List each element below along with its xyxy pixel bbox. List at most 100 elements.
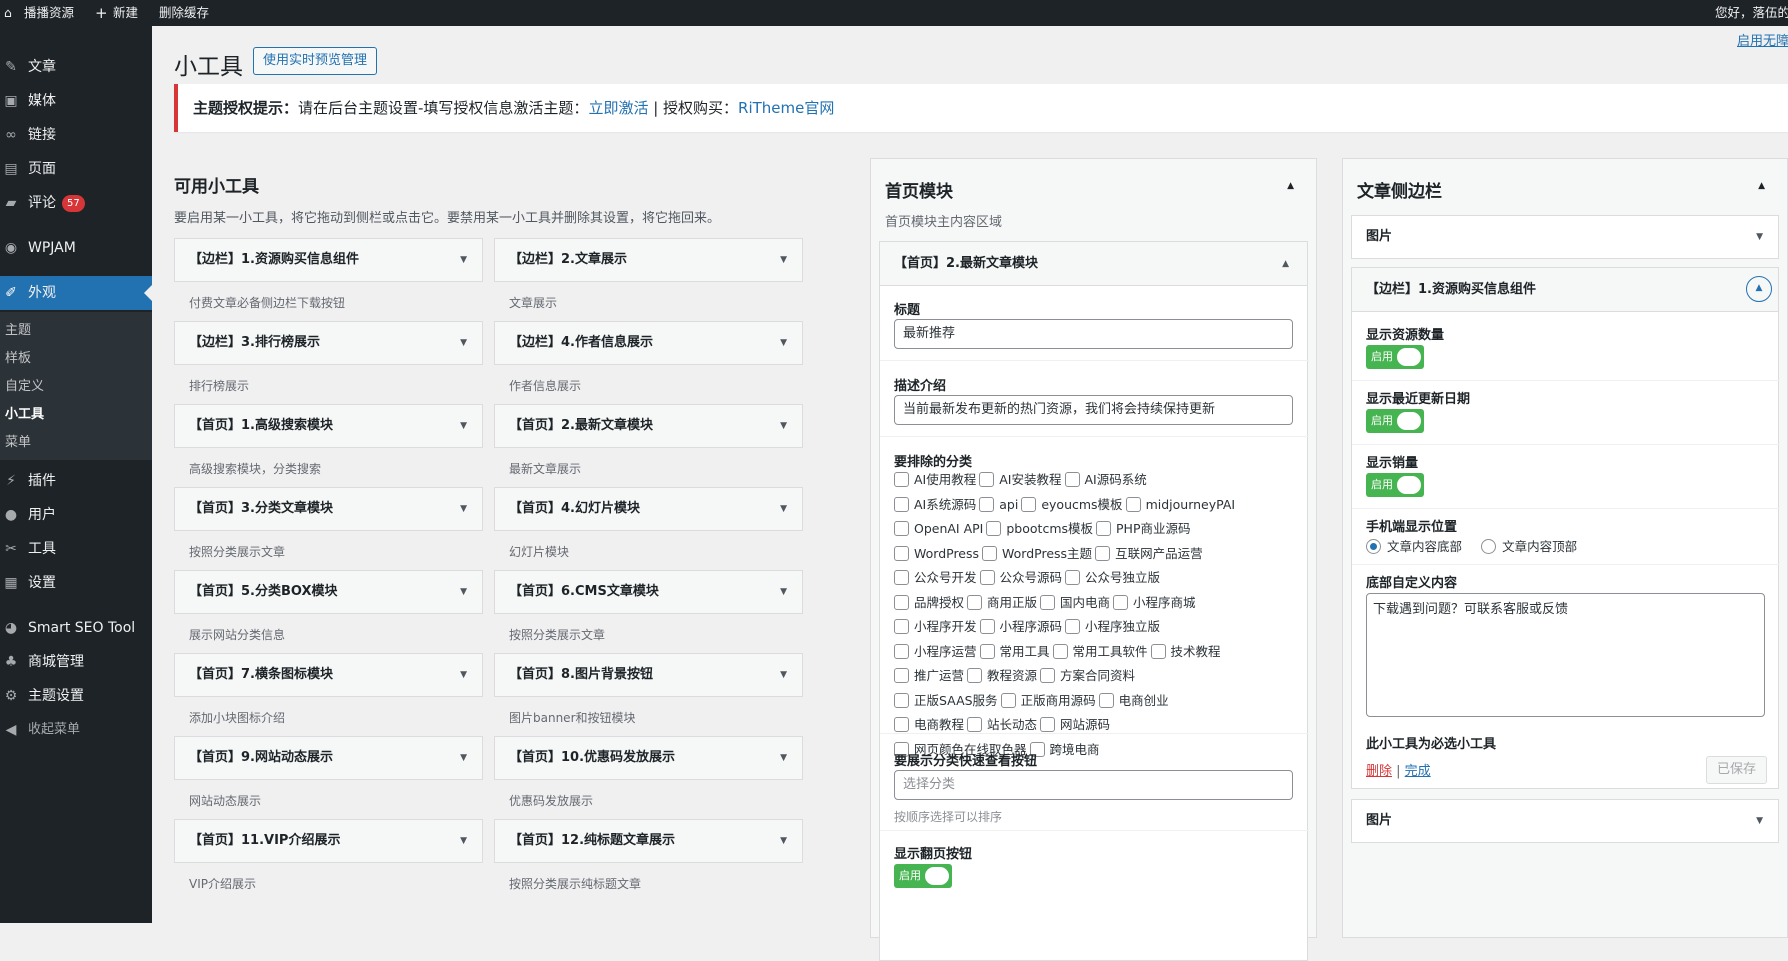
chevron-down-icon[interactable]: ▼ xyxy=(780,654,787,696)
category-checkbox[interactable]: 小程序运营 xyxy=(894,641,977,663)
category-checkbox[interactable]: 常用工具软件 xyxy=(1052,641,1148,663)
bottom-custom-textarea[interactable]: 下载遇到问题？可联系客服或反馈 xyxy=(1366,593,1765,717)
chevron-down-icon[interactable]: ▼ xyxy=(780,737,787,779)
home-sidebar-title[interactable]: 首页模块 xyxy=(885,177,953,202)
category-checkbox[interactable]: WordPress主题 xyxy=(982,543,1092,565)
category-checkbox[interactable]: 教程资源 xyxy=(967,665,1037,687)
menu-media[interactable]: ▣ 媒体 xyxy=(0,84,152,118)
site-name-link[interactable]: 播播资源 xyxy=(24,0,74,26)
menu-plugins[interactable]: ⚡ 插件 xyxy=(0,464,152,498)
chevron-down-icon[interactable]: ▼ xyxy=(780,820,787,862)
category-checkbox[interactable]: AI系统源码 xyxy=(894,494,976,516)
new-content-link[interactable]: 新建 xyxy=(113,0,138,26)
category-checkbox[interactable]: 推广运营 xyxy=(894,665,964,687)
menu-theme-settings[interactable]: ⚙ 主题设置 xyxy=(0,679,152,713)
menu-tools[interactable]: ✂ 工具 xyxy=(0,532,152,566)
available-widget-item[interactable]: 【首页】2.最新文章模块 ▼ xyxy=(494,404,803,448)
chevron-down-icon[interactable]: ▼ xyxy=(460,820,467,862)
submenu-menus[interactable]: 菜单 xyxy=(5,432,31,454)
clear-cache-link[interactable]: 删除缓存 xyxy=(159,0,209,26)
category-checkbox[interactable]: 公众号独立版 xyxy=(1065,567,1160,589)
available-widget-item[interactable]: 【首页】4.幻灯片模块 ▼ xyxy=(494,487,803,531)
chevron-down-icon[interactable]: ▼ xyxy=(460,239,467,281)
radio-bottom[interactable]: 文章内容底部 xyxy=(1366,536,1462,555)
category-checkbox[interactable]: OpenAI API xyxy=(894,518,983,540)
menu-settings[interactable]: ▦ 设置 xyxy=(0,566,152,600)
chevron-down-icon[interactable]: ▼ xyxy=(460,488,467,530)
category-checkbox[interactable]: 方案合同资料 xyxy=(1040,665,1135,687)
widget-image-2[interactable]: 图片 ▼ xyxy=(1351,799,1779,843)
available-widget-item[interactable]: 【首页】8.图片背景按钮 ▼ xyxy=(494,653,803,697)
chevron-down-icon[interactable]: ▼ xyxy=(460,405,467,447)
plus-icon[interactable]: + xyxy=(95,0,108,26)
category-checkbox[interactable]: api xyxy=(979,494,1018,516)
submenu-customize[interactable]: 自定义 xyxy=(5,376,44,398)
category-checkbox[interactable]: pbootcms模板 xyxy=(986,518,1093,540)
available-widget-item[interactable]: 【边栏】3.排行榜展示 ▼ xyxy=(174,321,483,365)
category-checkbox[interactable]: 小程序开发 xyxy=(894,616,977,638)
category-checkbox[interactable]: 品牌授权 xyxy=(894,592,964,614)
submenu-patterns[interactable]: 样板 xyxy=(5,348,31,370)
chevron-down-icon[interactable]: ▼ xyxy=(460,571,467,613)
category-checkbox[interactable]: 互联网产品运营 xyxy=(1095,543,1203,565)
available-widget-item[interactable]: 【边栏】1.资源购买信息组件 ▼ xyxy=(174,238,483,282)
title-input[interactable]: 最新推荐 xyxy=(894,319,1293,349)
category-checkbox[interactable]: 商用正版 xyxy=(967,592,1037,614)
available-widget-item[interactable]: 【边栏】2.文章展示 ▼ xyxy=(494,238,803,282)
category-checkbox[interactable]: 公众号源码 xyxy=(979,567,1062,589)
menu-collapse[interactable]: ◀ 收起菜单 xyxy=(0,713,152,747)
chevron-down-icon[interactable]: ▼ xyxy=(780,488,787,530)
show-count-toggle[interactable]: 启用 xyxy=(1366,345,1424,369)
category-checkbox[interactable]: 国内电商 xyxy=(1040,592,1110,614)
menu-users[interactable]: ● 用户 xyxy=(0,498,152,532)
available-widget-item[interactable]: 【首页】12.纯标题文章展示 ▼ xyxy=(494,819,803,863)
collapse-up-icon[interactable]: ▲ xyxy=(1758,181,1765,191)
collapse-up-icon[interactable]: ▲ xyxy=(1746,276,1772,302)
submenu-themes[interactable]: 主题 xyxy=(5,320,31,342)
available-widget-item[interactable]: 【首页】6.CMS文章模块 ▼ xyxy=(494,570,803,614)
available-widget-item[interactable]: 【边栏】4.作者信息展示 ▼ xyxy=(494,321,803,365)
category-checkbox[interactable]: 正版商用源码 xyxy=(1000,690,1096,712)
category-checkbox[interactable]: 技术教程 xyxy=(1150,641,1221,663)
available-widget-item[interactable]: 【首页】3.分类文章模块 ▼ xyxy=(174,487,483,531)
widget-image-1[interactable]: 图片 ▼ xyxy=(1351,215,1779,259)
show-sales-toggle[interactable]: 启用 xyxy=(1366,473,1424,497)
category-checkbox[interactable]: 小程序独立版 xyxy=(1065,616,1160,638)
category-checkbox[interactable]: 正版SAAS服务 xyxy=(894,690,998,712)
chevron-down-icon[interactable]: ▼ xyxy=(460,654,467,696)
delete-link[interactable]: 删除 xyxy=(1366,764,1392,779)
widget-resource-purchase-header[interactable]: 【边栏】1.资源购买信息组件 ▲ xyxy=(1352,268,1778,312)
submenu-widgets[interactable]: 小工具 xyxy=(5,404,44,426)
menu-pages[interactable]: ▤ 页面 xyxy=(0,152,152,186)
category-checkbox[interactable]: AI源码系统 xyxy=(1064,469,1147,491)
available-widget-item[interactable]: 【首页】5.分类BOX模块 ▼ xyxy=(174,570,483,614)
chevron-down-icon[interactable]: ▼ xyxy=(780,405,787,447)
menu-comments[interactable]: ▰ 评论 57 xyxy=(0,186,152,220)
available-widget-item[interactable]: 【首页】11.VIP介绍展示 ▼ xyxy=(174,819,483,863)
available-widget-item[interactable]: 【首页】1.高级搜索模块 ▼ xyxy=(174,404,483,448)
collapse-up-icon[interactable]: ▲ xyxy=(1287,181,1294,191)
menu-seo[interactable]: ◕ Smart SEO Tool xyxy=(0,611,152,645)
menu-links[interactable]: ∞ 链接 xyxy=(0,118,152,152)
category-checkbox[interactable]: 常用工具 xyxy=(979,641,1050,663)
activate-link[interactable]: 立即激活 xyxy=(588,99,648,117)
home-icon[interactable]: ⌂ xyxy=(4,0,12,26)
live-preview-button[interactable]: 使用实时预览管理 xyxy=(253,47,378,75)
category-checkbox[interactable]: WordPress xyxy=(894,543,979,565)
available-widget-item[interactable]: 【首页】7.横条图标模块 ▼ xyxy=(174,653,483,697)
chevron-down-icon[interactable]: ▼ xyxy=(780,239,787,281)
post-sidebar-title[interactable]: 文章侧边栏 xyxy=(1357,177,1442,202)
show-updated-toggle[interactable]: 启用 xyxy=(1366,409,1424,433)
available-widget-item[interactable]: 【首页】10.优惠码发放展示 ▼ xyxy=(494,736,803,780)
widget-latest-posts-header[interactable]: 【首页】2.最新文章模块 ▲ xyxy=(880,242,1307,286)
collapse-up-icon[interactable]: ▲ xyxy=(1282,242,1289,286)
paging-toggle[interactable]: 启用 xyxy=(894,864,952,888)
chevron-down-icon[interactable]: ▼ xyxy=(460,322,467,364)
chevron-down-icon[interactable]: ▼ xyxy=(780,571,787,613)
category-checkbox[interactable]: 小程序源码 xyxy=(979,616,1062,638)
chevron-down-icon[interactable]: ▼ xyxy=(1756,800,1763,842)
done-link[interactable]: 完成 xyxy=(1405,764,1431,779)
category-checkbox[interactable]: AI安装教程 xyxy=(979,469,1062,491)
category-checkbox[interactable]: PHP商业源码 xyxy=(1096,518,1191,540)
menu-wpjam[interactable]: ◉ WPJAM xyxy=(0,231,152,265)
